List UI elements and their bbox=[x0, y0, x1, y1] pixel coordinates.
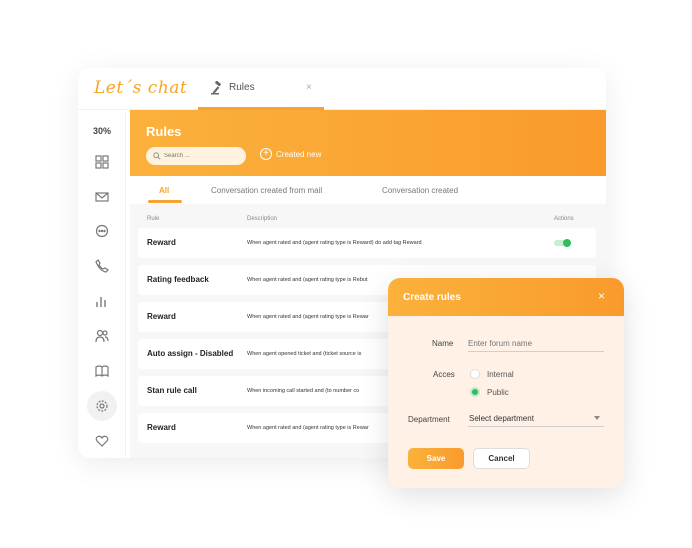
active-tab-indicator bbox=[148, 200, 182, 203]
chat-icon[interactable] bbox=[92, 221, 112, 241]
create-rules-modal: Create rules × Name Acces Internal Publi… bbox=[388, 278, 624, 488]
tab-created-from-mail[interactable]: Conversation created from mail bbox=[211, 186, 322, 195]
radio-public[interactable] bbox=[470, 387, 480, 397]
rule-name: Reward bbox=[147, 423, 176, 432]
users-icon[interactable] bbox=[92, 326, 112, 346]
rule-description: When agent rated and (agent rating type … bbox=[247, 425, 369, 431]
department-select[interactable]: Select department bbox=[468, 411, 604, 427]
rule-name: Stan rule call bbox=[147, 386, 197, 395]
name-label: Name bbox=[432, 339, 454, 348]
column-header-description: Description bbox=[247, 216, 278, 222]
enabled-toggle[interactable] bbox=[554, 239, 571, 247]
close-icon[interactable]: × bbox=[306, 82, 312, 93]
cancel-button[interactable]: Cancel bbox=[473, 448, 530, 469]
stats-icon[interactable] bbox=[92, 291, 112, 311]
create-new-label: Created new bbox=[276, 149, 322, 159]
column-header-actions: Actions bbox=[554, 216, 574, 222]
tab-rules[interactable]: Rules × bbox=[198, 68, 324, 110]
settings-icon[interactable] bbox=[87, 391, 117, 421]
create-new-button[interactable]: + Created new bbox=[260, 148, 321, 160]
dashboard-icon[interactable] bbox=[92, 152, 112, 172]
table-row[interactable]: Reward When agent rated and (agent ratin… bbox=[138, 228, 596, 258]
rule-name: Auto assign - Disabled bbox=[147, 349, 234, 358]
search-input[interactable] bbox=[164, 150, 242, 162]
tab-all[interactable]: All bbox=[159, 186, 169, 195]
rule-description: When agent rated and (agent rating type … bbox=[247, 277, 368, 283]
save-button[interactable]: Save bbox=[408, 448, 464, 469]
modal-title: Create rules bbox=[403, 292, 461, 303]
rule-description: When incoming call started and (to numbe… bbox=[247, 388, 360, 394]
radio-internal[interactable] bbox=[470, 369, 480, 379]
logo: Let´s chat bbox=[94, 78, 188, 98]
access-label: Acces bbox=[433, 370, 455, 379]
rule-name: Reward bbox=[147, 238, 176, 247]
phone-icon[interactable] bbox=[92, 256, 112, 276]
department-label: Department bbox=[408, 415, 450, 424]
book-icon[interactable] bbox=[92, 361, 112, 381]
rule-description: When agent rated and (agent rating type … bbox=[247, 240, 422, 246]
rule-description: When agent opened ticket and (ticket sou… bbox=[247, 351, 362, 357]
close-icon[interactable]: × bbox=[598, 289, 605, 303]
radio-internal-label: Internal bbox=[487, 370, 514, 379]
tab-label: Rules bbox=[229, 82, 255, 93]
toggle-knob bbox=[563, 239, 571, 247]
page-title: Rules bbox=[146, 124, 182, 139]
name-input[interactable] bbox=[468, 336, 604, 352]
modal-header: Create rules × bbox=[388, 278, 624, 316]
rules-header: Rules + Created new bbox=[130, 110, 606, 176]
subtabs: All Conversation created from mail Conve… bbox=[130, 176, 606, 204]
chevron-down-icon bbox=[594, 416, 600, 420]
search-box[interactable] bbox=[146, 147, 246, 165]
heart-icon[interactable] bbox=[92, 431, 112, 451]
mail-icon[interactable] bbox=[92, 187, 112, 207]
rule-description: When agent rated and (agent rating type … bbox=[247, 314, 369, 320]
plus-icon: + bbox=[260, 148, 272, 160]
radio-public-label: Public bbox=[487, 388, 509, 397]
top-bar: Let´s chat Rules × bbox=[78, 68, 606, 110]
sidebar: 30% bbox=[78, 110, 126, 458]
gavel-icon bbox=[210, 80, 224, 95]
zoom-level: 30% bbox=[92, 126, 111, 136]
department-value: Select department bbox=[469, 414, 534, 423]
rule-name: Rating feedback bbox=[147, 275, 209, 284]
search-icon bbox=[153, 152, 161, 160]
rule-name: Reward bbox=[147, 312, 176, 321]
column-header-rule: Rule bbox=[147, 216, 160, 222]
tab-conversation-created[interactable]: Conversation created bbox=[382, 186, 458, 195]
